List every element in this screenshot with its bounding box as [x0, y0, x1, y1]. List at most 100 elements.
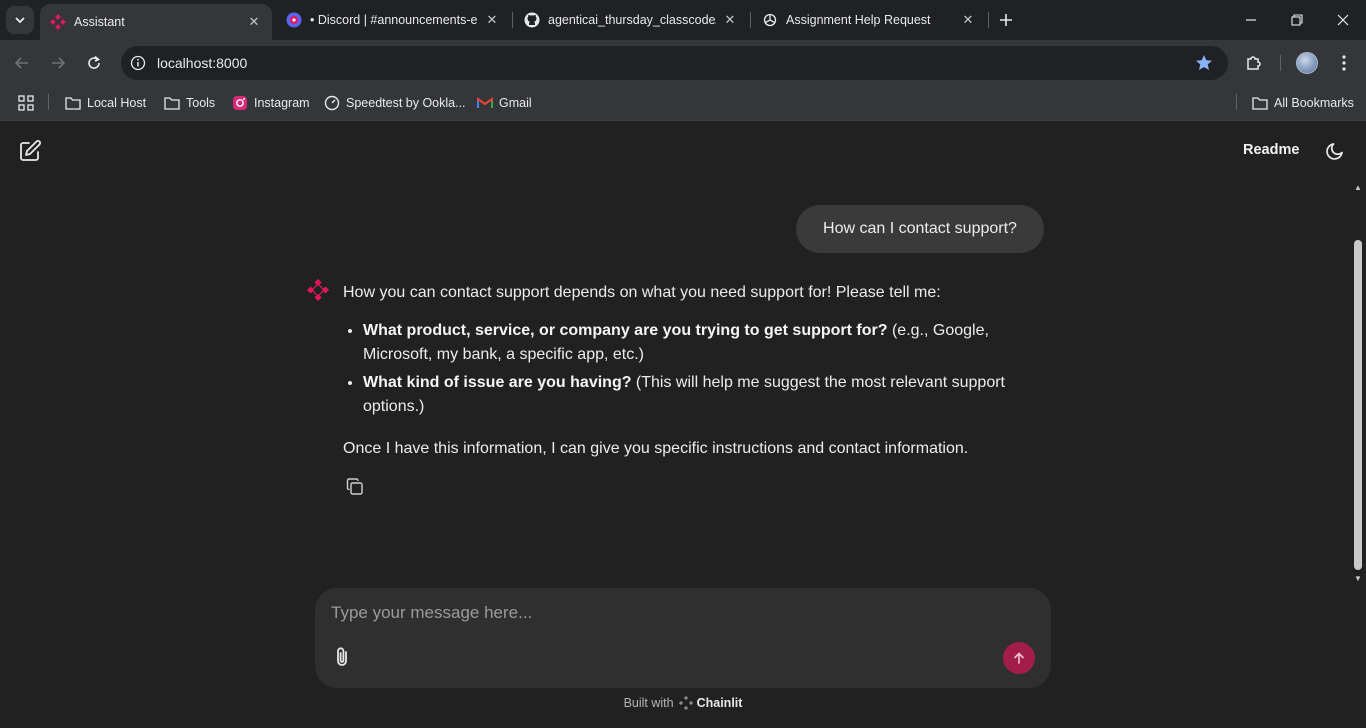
bookmark-tools[interactable]: Tools: [164, 92, 215, 114]
github-icon: [524, 12, 540, 28]
message-composer: [315, 588, 1051, 688]
chainlit-logo-icon: [678, 695, 693, 711]
discord-icon: [286, 12, 302, 28]
bookmark-label: Gmail: [499, 96, 532, 110]
arrow-left-icon: [14, 57, 28, 69]
bookmark-local-host[interactable]: Local Host: [65, 92, 146, 114]
url-text[interactable]: localhost:8000: [157, 55, 247, 71]
scrollbar-thumb[interactable]: [1354, 240, 1362, 570]
browser-menu-button[interactable]: [1330, 49, 1358, 77]
bookmark-speedtest[interactable]: Speedtest by Ookla...: [324, 92, 466, 114]
tab-discord[interactable]: • Discord | #announcements-e ✕: [276, 0, 510, 40]
all-bookmarks-label: All Bookmarks: [1274, 96, 1354, 110]
bullet-bold: What product, service, or company are yo…: [363, 322, 888, 339]
minimize-icon: [1246, 19, 1256, 21]
address-bar[interactable]: localhost:8000: [121, 46, 1228, 80]
folder-icon: [65, 95, 81, 111]
bookmark-label: Local Host: [87, 96, 147, 110]
bookmark-divider: [1236, 94, 1237, 110]
extensions-button[interactable]: [1240, 49, 1268, 77]
paperclip-icon: [337, 647, 347, 666]
bullet-bold: What kind of issue are you having?: [363, 374, 632, 391]
profile-button[interactable]: [1293, 49, 1321, 77]
browser-chrome: Assistant ✕ • Discord | #announcements-e…: [0, 0, 1366, 121]
new-chat-button[interactable]: [18, 139, 42, 163]
footer-text: Built with: [623, 696, 674, 710]
tab-github[interactable]: agenticai_thursday_classcode/cl ✕: [514, 0, 748, 40]
tab-title: Assistant: [74, 15, 125, 29]
chevron-down-icon: [15, 17, 25, 24]
grid-icon: [18, 95, 34, 111]
apps-button[interactable]: [18, 92, 34, 114]
tab-assignment-help[interactable]: Assignment Help Request ✕: [752, 0, 986, 40]
new-tab-button[interactable]: [994, 8, 1018, 32]
attach-button[interactable]: [333, 646, 353, 668]
instagram-icon: [232, 95, 248, 111]
copy-icon: [346, 478, 363, 495]
tab-strip: Assistant ✕ • Discord | #announcements-e…: [0, 0, 1366, 40]
puzzle-icon: [1247, 56, 1261, 70]
copy-button[interactable]: [346, 478, 364, 496]
bookmark-star-icon[interactable]: [1194, 53, 1214, 73]
avatar: [1296, 52, 1318, 74]
close-icon[interactable]: ✕: [484, 12, 500, 28]
all-bookmarks-button[interactable]: All Bookmarks: [1252, 92, 1354, 114]
arrow-up-icon: [1014, 652, 1024, 664]
reload-button[interactable]: [80, 49, 108, 77]
assistant-avatar-icon: [306, 278, 330, 302]
footer: Built with Chainlit: [0, 695, 1366, 711]
close-icon[interactable]: ✕: [722, 12, 738, 28]
send-button[interactable]: [1003, 642, 1035, 674]
tab-assistant[interactable]: Assistant ✕: [40, 4, 272, 40]
back-button[interactable]: [8, 49, 36, 77]
readme-button[interactable]: Readme: [1243, 142, 1299, 158]
edit-icon: [20, 140, 41, 161]
site-info-icon[interactable]: [129, 54, 147, 72]
assistant-outro: Once I have this information, I can give…: [343, 440, 969, 457]
browser-toolbar: localhost:8000: [0, 40, 1366, 86]
close-icon[interactable]: ✕: [246, 14, 262, 30]
bookmark-divider: [48, 94, 49, 110]
close-window-button[interactable]: [1320, 0, 1366, 40]
tab-divider: [988, 12, 989, 28]
bookmark-gmail[interactable]: Gmail: [477, 92, 532, 114]
openai-icon: [762, 12, 778, 28]
scroll-up-arrow[interactable]: ▲: [1353, 183, 1363, 193]
assistant-bullet-list: What product, service, or company are yo…: [363, 319, 1043, 419]
forward-button[interactable]: [44, 49, 72, 77]
tab-title: • Discord | #announcements-e: [310, 13, 478, 27]
restore-icon: [1291, 14, 1303, 26]
theme-toggle-button[interactable]: [1325, 141, 1345, 161]
plus-icon: [1000, 14, 1012, 26]
footer-brand-link[interactable]: Chainlit: [697, 696, 743, 710]
restore-button[interactable]: [1274, 0, 1320, 40]
more-vertical-icon: [1342, 55, 1346, 71]
folder-icon: [1252, 95, 1268, 111]
tab-divider: [512, 12, 513, 28]
bookmark-instagram[interactable]: Instagram: [232, 92, 310, 114]
bookmark-label: Tools: [186, 96, 216, 110]
message-input[interactable]: [331, 601, 931, 625]
assistant-message: How you can contact support depends on w…: [343, 281, 1043, 461]
folder-icon: [164, 95, 180, 111]
scroll-down-arrow[interactable]: ▼: [1353, 574, 1363, 584]
list-item: What kind of issue are you having? (This…: [363, 371, 1043, 419]
tab-divider: [750, 12, 751, 28]
chainlit-icon: [50, 14, 66, 30]
user-message: How can I contact support?: [796, 205, 1044, 253]
tab-title: Assignment Help Request: [786, 13, 931, 27]
chat-app: Readme ▲ ▼ How can I contact support? Ho…: [0, 121, 1366, 728]
bookmarks-bar: Local Host Tools Instagram Speedtest by …: [0, 86, 1366, 121]
moon-icon: [1326, 143, 1343, 160]
tab-search-button[interactable]: [6, 6, 34, 34]
reload-icon: [88, 55, 100, 69]
speedtest-icon: [324, 95, 340, 111]
gmail-icon: [477, 95, 493, 111]
assistant-intro: How you can contact support depends on w…: [343, 284, 941, 301]
arrow-right-icon: [52, 57, 66, 69]
bookmark-label: Instagram: [254, 96, 310, 110]
toolbar-divider: [1280, 55, 1281, 71]
close-icon[interactable]: ✕: [960, 12, 976, 28]
list-item: What product, service, or company are yo…: [363, 319, 1043, 367]
minimize-button[interactable]: [1228, 0, 1274, 40]
